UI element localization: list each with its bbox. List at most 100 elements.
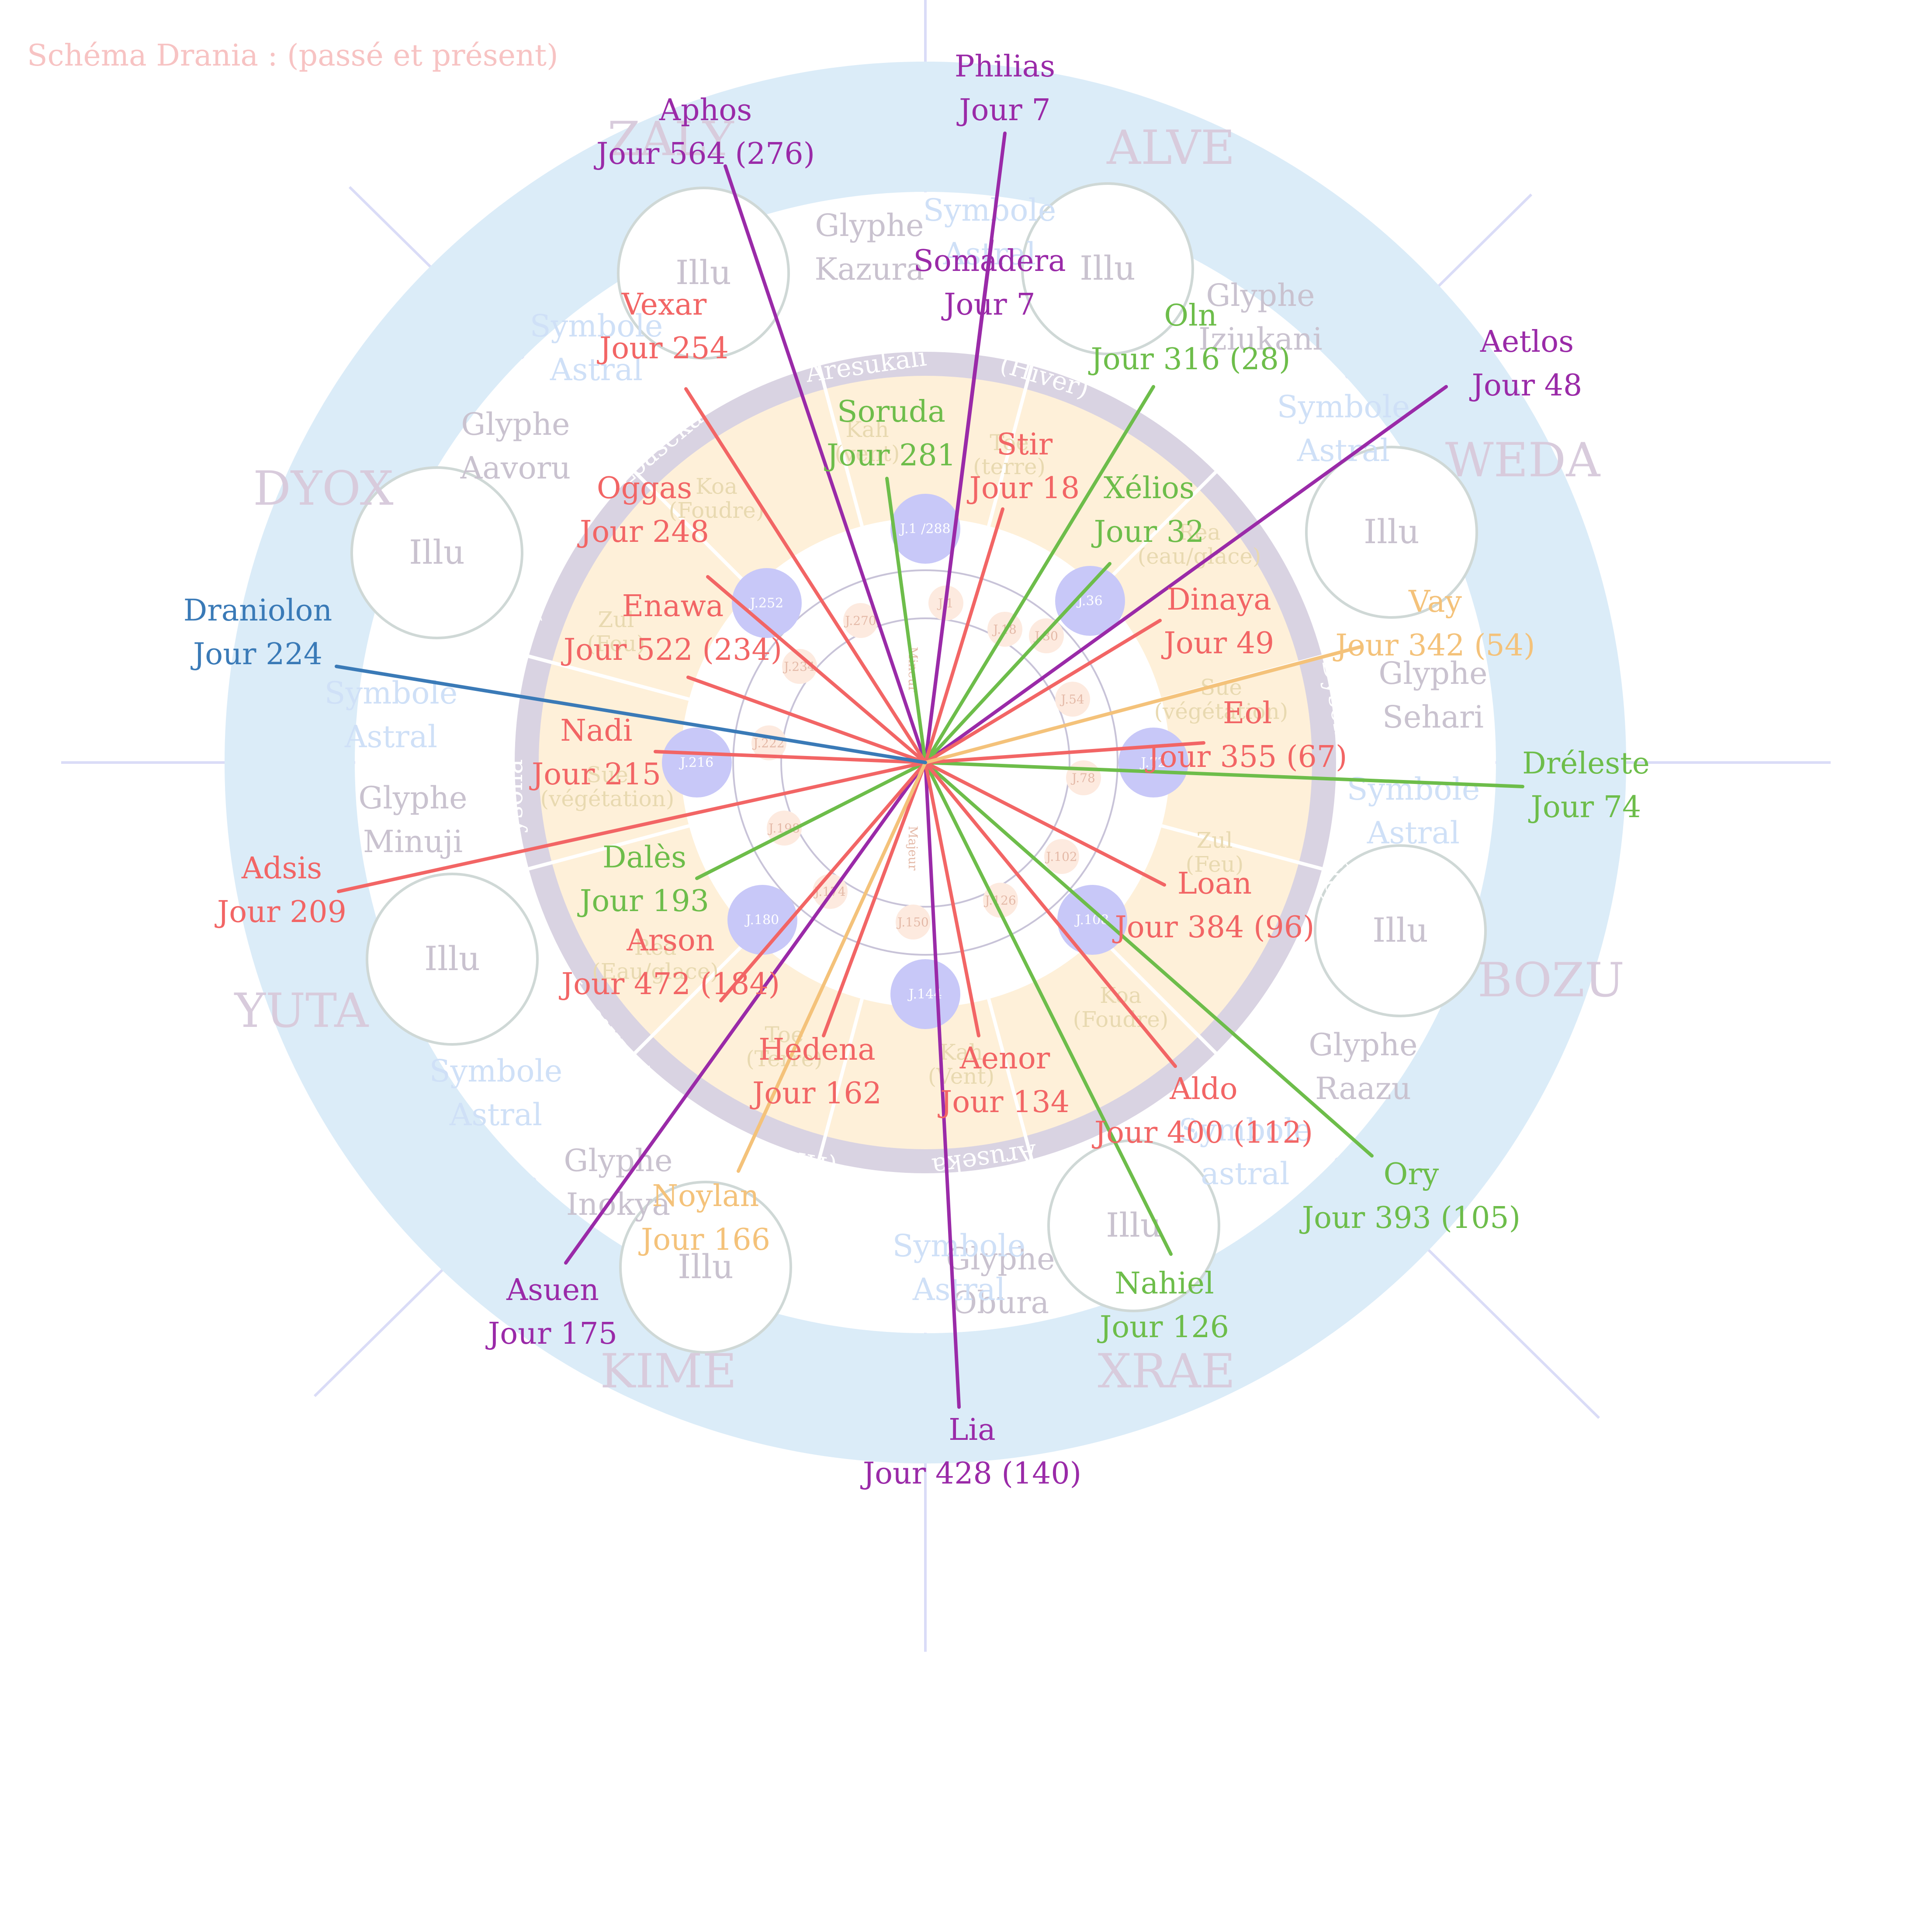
illu-label: Illu <box>424 939 480 978</box>
character-day: Jour 74 <box>1528 790 1641 825</box>
character-name: Ory <box>1384 1157 1439 1192</box>
character-day: Jour 166 <box>638 1223 770 1257</box>
character-day: Jour 522 (234) <box>561 633 782 667</box>
glyph-label-line2: Sehari <box>1382 699 1484 735</box>
zone-label: DYOX <box>253 461 394 516</box>
character-name: Philias <box>955 49 1055 84</box>
character-name: Dalès <box>602 840 686 875</box>
character-day: Jour 384 (96) <box>1112 910 1314 945</box>
symbol-label-line2: Astral <box>912 1272 1005 1307</box>
character-name: Asuen <box>506 1273 599 1307</box>
ring-day-label: J.54 <box>1059 692 1084 707</box>
character-name: Dréleste <box>1522 746 1650 781</box>
character-day: Jour 209 <box>215 895 346 929</box>
ring-day-label: J.78 <box>1070 771 1095 785</box>
character-day: Jour 7 <box>956 93 1050 128</box>
illu-label: Illu <box>1364 512 1420 551</box>
glyph-label-line2: Minuji <box>363 824 463 860</box>
symbol-label-line2: Astral <box>344 719 437 755</box>
character-name: Noylan <box>652 1179 759 1213</box>
character-name: Nahiel <box>1115 1266 1214 1301</box>
character-day: Jour 254 <box>597 331 729 366</box>
glyph-label-line1: Glyphe <box>815 208 924 243</box>
symbol-label-line1: Symbole <box>893 1228 1026 1264</box>
planet-day-label: J.1 /288 <box>899 521 950 537</box>
zone-label: YUTA <box>234 984 369 1038</box>
character-day: Jour 32 <box>1091 515 1205 549</box>
glyph-label-line1: Glyphe <box>358 780 467 816</box>
element-label-line1: Koa <box>1100 983 1142 1008</box>
character-day: Jour 49 <box>1161 626 1274 661</box>
planet-day-label: J.252 <box>749 596 784 611</box>
symbol-label-line1: Symbole <box>923 192 1056 228</box>
character-name: Dinaya <box>1167 582 1271 617</box>
character-day: Jour 428 (140) <box>860 1456 1081 1491</box>
planet-day-label: J.216 <box>679 755 714 770</box>
character-day: Jour 175 <box>485 1317 617 1351</box>
character-name: Xélios <box>1104 471 1195 506</box>
zone-label: KIME <box>600 1344 737 1399</box>
character-name: Hedena <box>758 1033 876 1067</box>
zone-label: XRAE <box>1098 1344 1235 1399</box>
illu-label: Illu <box>409 533 465 572</box>
character-day: Jour 193 <box>577 884 709 919</box>
character-name: Lia <box>949 1413 995 1447</box>
character-day: Jour 48 <box>1469 368 1582 403</box>
symbol-label-line1: Symbole <box>325 675 458 711</box>
character-name: Soruda <box>837 395 945 429</box>
character-name: Aldo <box>1169 1072 1237 1106</box>
ring-day-label: J.234 <box>782 659 815 674</box>
element-label-line1: Koa <box>696 474 737 499</box>
character-name: Adsis <box>241 851 322 886</box>
character-name: Oggas <box>597 471 692 506</box>
character-name: Eol <box>1223 696 1272 731</box>
character-name: Loan <box>1177 867 1252 901</box>
character-name: Vexar <box>621 288 707 322</box>
character-day: Jour 224 <box>190 637 322 672</box>
illu-label: Illu <box>1080 249 1136 288</box>
character-day: Jour 281 <box>824 438 956 473</box>
symbol-label-line2: astral <box>1201 1156 1289 1192</box>
glyph-label-line1: Glyphe <box>1309 1027 1417 1063</box>
illu-label: Illu <box>1106 1206 1162 1245</box>
character-name: Enawa <box>622 589 724 624</box>
illu-label: Illu <box>1372 911 1428 950</box>
drania-diagram: Illu IlluIlluIlluIlluIlluIlluIllu J.270J.… <box>27 0 1831 1652</box>
character-name: Aphos <box>659 93 752 128</box>
character-name: Vay <box>1408 585 1462 619</box>
symbol-label-line1: Symbole <box>1347 771 1480 807</box>
character-name: Draniolon <box>184 593 332 628</box>
character-name: Somadera <box>913 244 1066 278</box>
character-day: Jour 215 <box>529 757 661 792</box>
character-day: Jour 316 (28) <box>1088 342 1290 377</box>
character-day: Jour 342 (54) <box>1333 628 1535 663</box>
character-day: Jour 7 <box>941 288 1035 322</box>
character-name: Arson <box>626 923 714 958</box>
planet-day-label: J.180 <box>744 912 779 928</box>
character-name: Oln <box>1164 298 1217 333</box>
zone-label: ALVE <box>1106 121 1235 175</box>
character-day: Jour 162 <box>750 1076 882 1111</box>
character-day: Jour 18 <box>967 471 1080 506</box>
zone-label: BOZU <box>1478 953 1624 1008</box>
character-day: Jour 248 <box>577 515 709 549</box>
season-label: Dysolia <box>499 759 528 853</box>
character-day: Jour 355 (67) <box>1145 740 1347 774</box>
character-day: Jour 564 (276) <box>594 137 815 171</box>
element-label-line2: (Foudre) <box>1073 1007 1169 1032</box>
symbol-label-line1: Symbole <box>429 1053 563 1089</box>
ring-day-label: J.150 <box>896 915 928 929</box>
symbol-label-line2: Astral <box>1367 815 1460 851</box>
character-day: Jour 134 <box>938 1085 1070 1120</box>
character-day: Jour 400 (112) <box>1092 1116 1313 1150</box>
ring-day-label: J.270 <box>844 614 876 628</box>
character-name: Aetlos <box>1480 325 1574 359</box>
glyph-label-line2: Aavoru <box>460 450 571 486</box>
character-name: Aenor <box>959 1041 1050 1076</box>
character-day: Jour 393 (105) <box>1299 1201 1520 1235</box>
character-name: Nadi <box>560 714 632 748</box>
glyph-label-line2: Raazu <box>1315 1071 1411 1106</box>
glyph-label-line1: Glyphe <box>461 406 570 442</box>
glyph-label-line1: Glyphe <box>1206 277 1315 313</box>
character-day: Jour 472 (184) <box>559 967 780 1002</box>
